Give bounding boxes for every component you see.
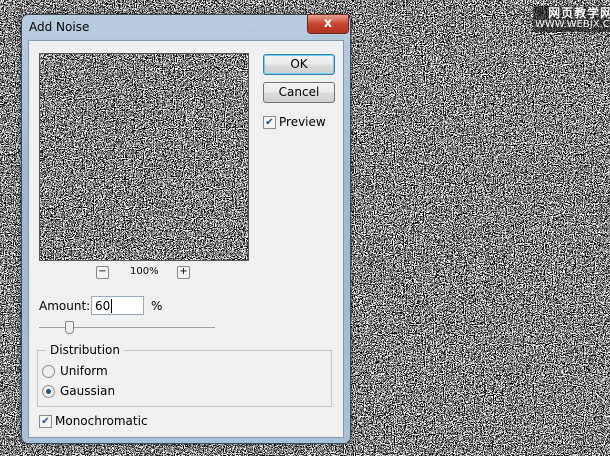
- gaussian-radio[interactable]: [42, 385, 55, 398]
- zoom-out-button[interactable]: −: [96, 266, 109, 279]
- dialog-body: OK Cancel ✔ Preview − 100% + Amount: 60 …: [28, 40, 344, 438]
- distribution-label: Distribution: [46, 343, 125, 357]
- watermark-line2: WWW.WEBJX.COM: [535, 19, 610, 30]
- preview-label: Preview: [279, 115, 326, 129]
- uniform-radio[interactable]: [42, 365, 55, 378]
- amount-input[interactable]: 60: [91, 296, 144, 315]
- preview-pane[interactable]: [39, 53, 249, 261]
- zoom-in-button[interactable]: +: [177, 266, 190, 279]
- add-noise-dialog: Add Noise x OK Cancel ✔ Preview − 100% +…: [21, 14, 351, 444]
- uniform-label: Uniform: [60, 364, 108, 378]
- watermark-logo: 网页教学网 WWW.WEBJX.COM: [533, 6, 610, 32]
- amount-label: Amount:: [39, 299, 91, 313]
- amount-unit: %: [151, 299, 163, 313]
- monochromatic-checkbox[interactable]: ✔: [39, 415, 52, 428]
- cancel-button[interactable]: Cancel: [263, 82, 335, 103]
- close-button[interactable]: x: [307, 14, 349, 34]
- monochromatic-label: Monochromatic: [55, 414, 148, 428]
- ok-button[interactable]: OK: [263, 54, 335, 75]
- preview-checkbox[interactable]: ✔: [263, 116, 276, 129]
- watermark-line1: 网页教学网: [548, 6, 610, 20]
- dialog-title: Add Noise: [29, 20, 90, 34]
- zoom-level: 100%: [130, 266, 159, 277]
- distribution-group: Distribution Uniform Gaussian: [37, 343, 332, 407]
- gaussian-label: Gaussian: [60, 384, 116, 398]
- amount-slider-thumb[interactable]: [65, 321, 74, 334]
